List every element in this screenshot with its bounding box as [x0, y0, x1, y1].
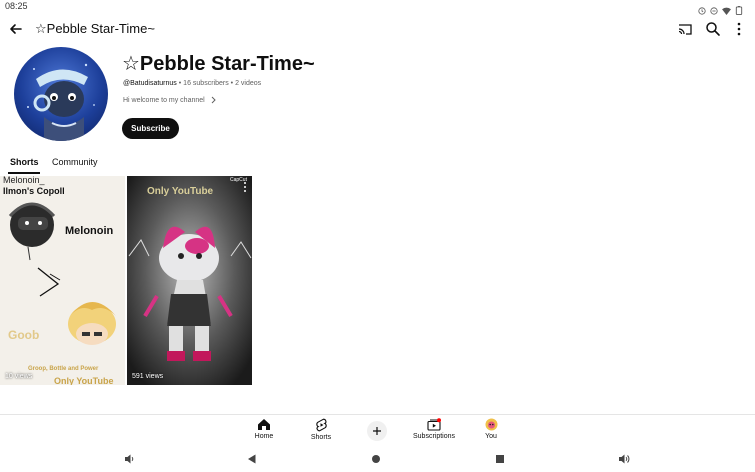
- channel-name: ☆Pebble Star-Time~: [122, 53, 315, 75]
- channel-description[interactable]: Hi welcome to my channel: [123, 96, 217, 104]
- system-navigation-bar: [0, 446, 755, 472]
- top-bar-title: ☆Pebble Star-Time~: [35, 21, 155, 36]
- meta-separator: •: [178, 80, 182, 87]
- status-bar: 08:25: [0, 0, 755, 16]
- active-tab-indicator: [8, 172, 40, 174]
- channel-description-text: Hi welcome to my channel: [123, 96, 205, 104]
- status-time: 08:25: [5, 1, 28, 11]
- thumb-text: Melonoin: [65, 225, 114, 237]
- thumb-text: Groop, Bottle and Power: [28, 366, 99, 372]
- more-vert-icon: [737, 22, 741, 36]
- create-button[interactable]: [367, 421, 387, 441]
- tab-shorts[interactable]: Shorts: [10, 157, 39, 167]
- channel-meta: @Batudisaturnus • 16 subscribers • 2 vid…: [123, 80, 261, 87]
- recents-nav-button[interactable]: [493, 452, 507, 466]
- channel-avatar[interactable]: [14, 47, 108, 141]
- short-view-count: 591 views: [132, 373, 164, 380]
- notification-dot: [437, 418, 441, 423]
- subscriber-count: 16 subscribers: [183, 80, 229, 87]
- search-button[interactable]: [703, 19, 723, 39]
- short-thumbnail: Melonoin_ Ilmon's Copoll Melonoin Goob G…: [0, 176, 125, 385]
- video-count: 2 videos: [235, 80, 262, 87]
- nav-label: Subscriptions: [412, 433, 456, 440]
- more-options-button[interactable]: [729, 19, 749, 39]
- nav-subscriptions[interactable]: Subscriptions: [404, 418, 464, 440]
- back-button[interactable]: [6, 19, 26, 39]
- subscribe-button[interactable]: Subscribe: [122, 118, 179, 139]
- channel-handle: @Batudisaturnus: [123, 80, 177, 87]
- thumb-text: Only YouTube: [54, 376, 114, 385]
- short-more-button[interactable]: [242, 180, 248, 192]
- channel-avatar-image: [27, 63, 95, 141]
- home-circle-icon: [372, 455, 380, 463]
- nav-label: You: [485, 433, 497, 440]
- nav-home[interactable]: Home: [234, 418, 294, 440]
- meta-separator: •: [230, 80, 234, 87]
- home-icon: [258, 419, 270, 430]
- short-card[interactable]: Melonoin_ Ilmon's Copoll Melonoin Goob G…: [0, 176, 125, 385]
- search-icon: [706, 22, 720, 36]
- bottom-navigation: Home Shorts Subscriptions You: [0, 414, 755, 444]
- thumb-text: Melonoin_: [3, 176, 46, 185]
- nav-label: Shorts: [310, 434, 332, 441]
- back-nav-button[interactable]: [245, 452, 259, 466]
- cast-icon: [678, 24, 692, 35]
- short-view-count: 10 views: [5, 373, 33, 380]
- volume-down-icon: [125, 454, 134, 464]
- volume-down-button[interactable]: [122, 452, 136, 466]
- tab-community[interactable]: Community: [52, 157, 98, 167]
- thumb-text: Only YouTube: [147, 186, 214, 197]
- chevron-right-icon: [211, 96, 216, 104]
- nav-label: Home: [254, 433, 274, 440]
- volume-up-button[interactable]: [617, 452, 631, 466]
- short-thumbnail: Only YouTube CapCut: [127, 176, 252, 385]
- youtube-channel-screen: 08:25 ☆Pebble Star-Time~ ☆Pebble Star-Ti…: [0, 0, 755, 472]
- plus-icon: [373, 427, 381, 435]
- cast-button[interactable]: [675, 19, 695, 39]
- shorts-icon: [315, 418, 327, 432]
- nav-you[interactable]: You: [461, 418, 521, 440]
- short-card[interactable]: Only YouTube CapCut 591 views: [127, 176, 252, 385]
- thumb-text: Goob: [8, 328, 39, 342]
- more-vert-icon: [244, 182, 246, 192]
- volume-up-icon: [619, 454, 630, 464]
- recents-square-icon: [496, 455, 504, 463]
- channel-tabs: Shorts Community: [0, 152, 755, 174]
- home-nav-button[interactable]: [369, 452, 383, 466]
- top-app-bar: ☆Pebble Star-Time~: [0, 14, 755, 44]
- subscriptions-icon: [427, 418, 441, 431]
- thumb-text: Ilmon's Copoll: [3, 186, 65, 196]
- back-arrow-icon: [10, 24, 22, 34]
- nav-shorts[interactable]: Shorts: [291, 418, 351, 441]
- you-avatar-icon: [485, 418, 497, 431]
- back-triangle-icon: [248, 454, 256, 464]
